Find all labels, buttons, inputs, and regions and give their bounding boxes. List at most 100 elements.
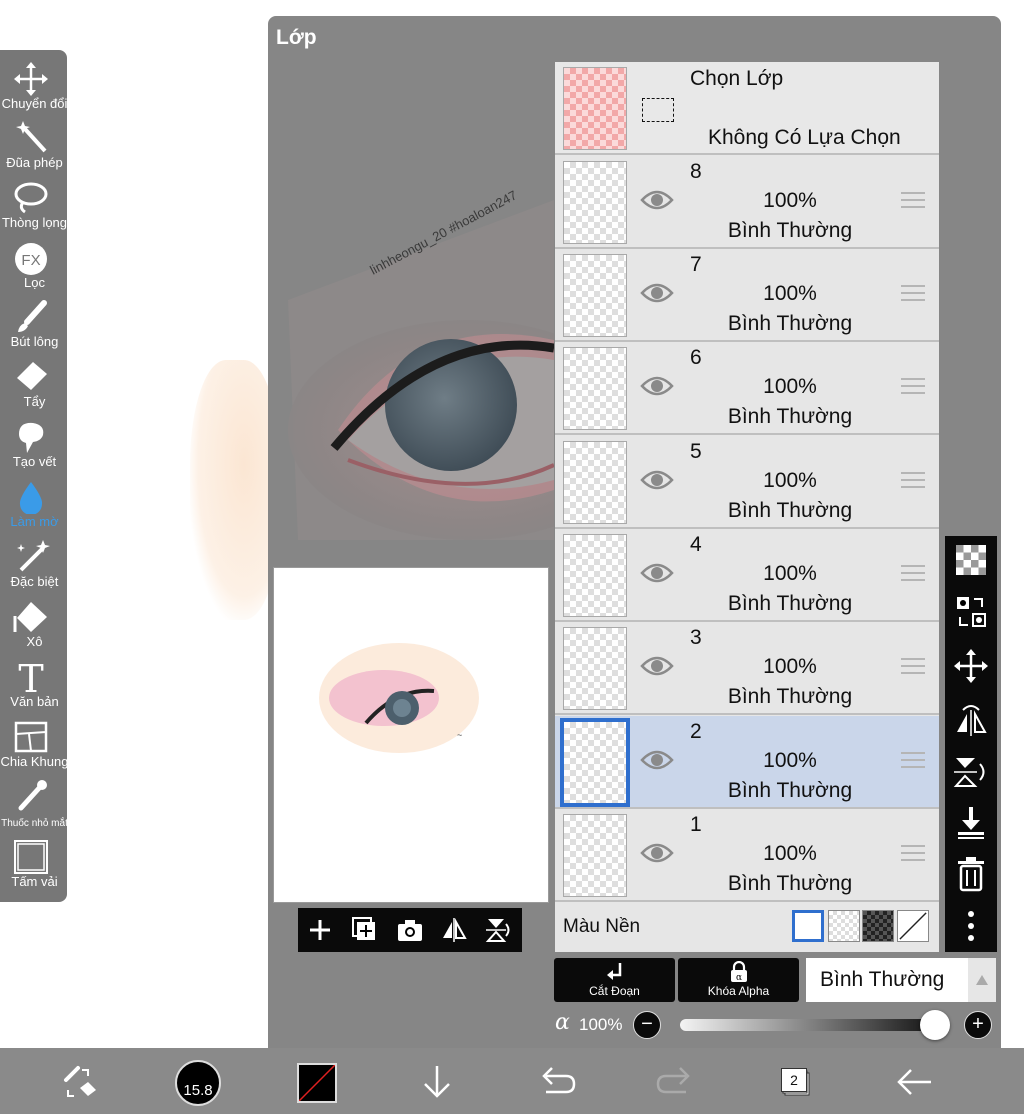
add-layer-icon[interactable] xyxy=(306,916,334,944)
layer-opacity: 100% xyxy=(763,469,817,492)
merge-down-icon[interactable] xyxy=(953,804,989,840)
brush-size-indicator[interactable]: 15.8 xyxy=(175,1060,221,1106)
opacity-decrease-button[interactable]: − xyxy=(633,1011,661,1039)
eye-icon[interactable] xyxy=(640,188,674,212)
layer-row[interactable]: 8 100% Bình Thường xyxy=(555,156,939,249)
undo-icon[interactable] xyxy=(536,1062,576,1102)
back-arrow-icon[interactable] xyxy=(895,1062,935,1102)
layer-row[interactable]: 5 100% Bình Thường xyxy=(555,436,939,529)
layer-row[interactable]: 3 100% Bình Thường xyxy=(555,622,939,715)
eyedropper-icon xyxy=(18,780,47,811)
drag-handle-icon[interactable] xyxy=(901,285,925,305)
checker-transparency-icon[interactable] xyxy=(953,542,989,578)
tool-label: Văn bản xyxy=(10,694,59,709)
drag-handle-icon[interactable] xyxy=(901,565,925,585)
layers-button[interactable]: 2 xyxy=(779,1066,811,1098)
layer-blend-mode: Bình Thường xyxy=(727,872,853,895)
blend-mode-arrow-icon[interactable] xyxy=(968,958,996,1002)
clip-arrow-icon xyxy=(606,963,621,980)
quick-swap-tool-icon[interactable] xyxy=(58,1062,98,1102)
selection-marquee-icon xyxy=(642,98,674,122)
tool-label: Lọc xyxy=(24,275,45,290)
tool-eyedropper[interactable]: Thuốc nhỏ mắt xyxy=(0,778,68,836)
more-options-icon[interactable] xyxy=(953,908,989,944)
layer-row-selected[interactable]: 2 100% Bình Thường xyxy=(555,716,939,809)
special-sparkle-icon xyxy=(17,540,50,572)
tool-special[interactable]: Đặc biệt xyxy=(0,538,67,596)
bg-white-swatch[interactable] xyxy=(792,910,824,942)
swap-layers-icon[interactable] xyxy=(953,594,989,630)
layer-number: 8 xyxy=(690,160,702,183)
canvas-preview-full: ~ xyxy=(273,567,549,903)
eye-icon[interactable] xyxy=(640,468,674,492)
eye-icon[interactable] xyxy=(640,748,674,772)
tool-blur[interactable]: Làm mờ xyxy=(0,478,67,536)
opacity-slider[interactable] xyxy=(680,1019,938,1031)
layer-opacity: 100% xyxy=(763,842,817,865)
flip-layer-horizontal-icon[interactable] xyxy=(953,702,989,738)
blend-mode-select[interactable]: Bình Thường xyxy=(806,958,968,1002)
smudge-icon xyxy=(19,422,44,453)
tool-label: Chia Khung xyxy=(0,754,69,769)
tool-text[interactable]: T Văn bản xyxy=(0,658,67,716)
canvas-icon xyxy=(14,840,48,874)
drag-handle-icon[interactable] xyxy=(901,752,925,772)
selection-status: Không Có Lựa Chọn xyxy=(708,126,901,149)
duplicate-layer-icon[interactable] xyxy=(351,916,379,944)
lasso-icon xyxy=(14,182,48,214)
tool-smudge[interactable]: Tạo vết xyxy=(0,418,67,476)
color-picker-button[interactable] xyxy=(297,1063,337,1103)
eye-icon[interactable] xyxy=(640,281,674,305)
drag-handle-icon[interactable] xyxy=(901,472,925,492)
eye-icon[interactable] xyxy=(640,654,674,678)
tool-transform[interactable]: Chuyển đổi xyxy=(0,60,67,118)
alpha-lock-button[interactable]: α Khóa Alpha xyxy=(678,958,799,1002)
flip-layer-vertical-icon[interactable] xyxy=(953,754,989,790)
tool-filter[interactable]: FX Lọc xyxy=(0,239,67,297)
tool-brush[interactable]: Bút lông xyxy=(0,298,67,356)
move-layer-icon[interactable] xyxy=(953,648,989,684)
eye-icon[interactable] xyxy=(640,374,674,398)
layer-row[interactable]: 4 100% Bình Thường xyxy=(555,529,939,622)
svg-text:~: ~ xyxy=(457,730,462,740)
layer-row[interactable]: 1 100% Bình Thường xyxy=(555,809,939,902)
redo-icon[interactable] xyxy=(656,1062,696,1102)
opacity-slider-knob[interactable] xyxy=(920,1010,950,1040)
eye-icon[interactable] xyxy=(640,561,674,585)
flip-vertical-icon[interactable] xyxy=(484,916,512,944)
tool-label: Đặc biệt xyxy=(10,574,59,589)
arrow-down-icon[interactable] xyxy=(417,1062,457,1102)
opacity-increase-button[interactable]: + xyxy=(964,1011,992,1039)
bg-none-swatch[interactable] xyxy=(897,910,929,942)
tool-bucket[interactable]: Xô xyxy=(0,598,67,656)
tool-eraser[interactable]: Tẩy xyxy=(0,358,67,416)
trash-icon[interactable] xyxy=(953,856,989,892)
tool-lasso[interactable]: Thòng lọng xyxy=(0,179,67,237)
selection-layer-row[interactable]: Chọn Lớp Không Có Lựa Chọn xyxy=(555,62,939,155)
layer-opacity: 100% xyxy=(763,655,817,678)
drag-handle-icon[interactable] xyxy=(901,845,925,865)
bg-transparent-light-swatch[interactable] xyxy=(828,910,860,942)
drag-handle-icon[interactable] xyxy=(901,378,925,398)
tool-magic-wand[interactable]: Đũa phép xyxy=(0,119,67,177)
layer-opacity: 100% xyxy=(763,375,817,398)
svg-text:α: α xyxy=(735,973,741,983)
layer-thumbnail xyxy=(563,534,627,617)
layer-tools xyxy=(945,536,997,952)
fx-filter-icon: FX xyxy=(15,243,47,275)
layer-number: 4 xyxy=(690,533,702,556)
bg-transparent-dark-swatch[interactable] xyxy=(862,910,894,942)
drag-handle-icon[interactable] xyxy=(901,658,925,678)
tool-frame-divider[interactable]: Chia Khung xyxy=(0,718,68,776)
layer-row[interactable]: 7 100% Bình Thường xyxy=(555,249,939,342)
camera-icon[interactable] xyxy=(396,916,424,944)
drag-handle-icon[interactable] xyxy=(901,192,925,212)
tool-label: Làm mờ xyxy=(10,514,59,529)
layer-thumbnail xyxy=(563,627,627,710)
layer-row[interactable]: 6 100% Bình Thường xyxy=(555,342,939,435)
flip-horizontal-icon[interactable] xyxy=(440,916,468,944)
clip-button[interactable]: Cắt Đoạn xyxy=(554,958,675,1002)
eye-icon[interactable] xyxy=(640,841,674,865)
tool-canvas[interactable]: Tấm vải xyxy=(0,838,67,896)
selection-thumbnail xyxy=(563,67,627,150)
